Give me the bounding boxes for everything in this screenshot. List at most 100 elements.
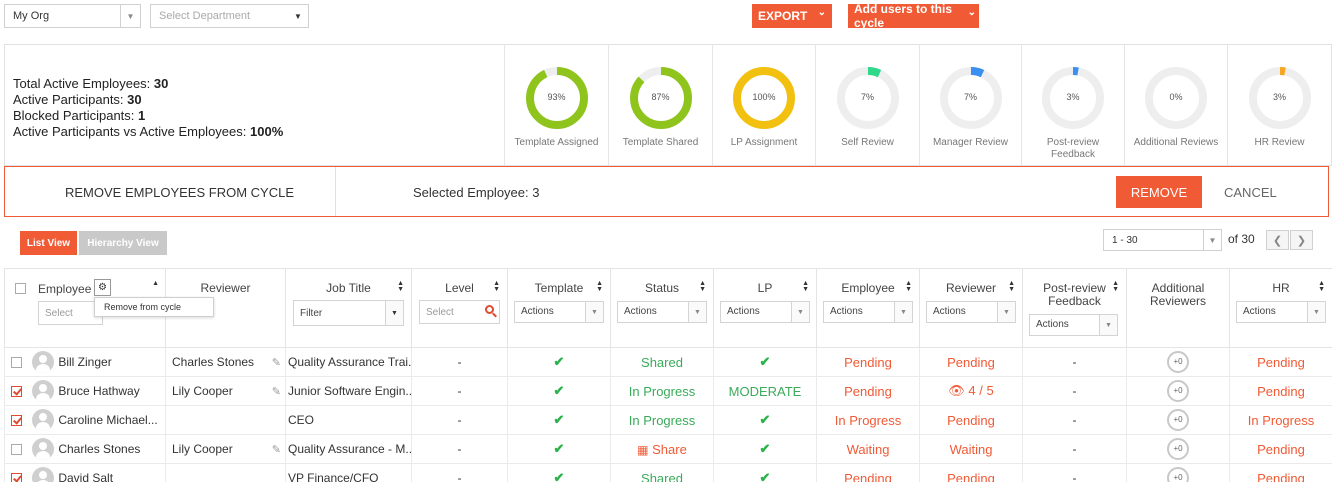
add-reviewer-button[interactable]: +0	[1167, 467, 1189, 482]
col-job-title: Job Title ▲ ▼ Filter ▼	[285, 268, 412, 348]
hr-review-value[interactable]: Pending	[1257, 471, 1305, 482]
gauge-6: 0% Additional Reviews	[1124, 45, 1227, 165]
table-row[interactable]: David Salt VP Finance/CFO - ✔ Shared ✔ Pending…	[4, 463, 1332, 482]
page-range-select[interactable]: 1 - 30 ▼	[1103, 229, 1222, 251]
status-actions-select[interactable]: Actions ▼	[617, 301, 707, 323]
gear-icon[interactable]: ⚙	[94, 279, 111, 296]
sort-icon[interactable]: ▲ ▼	[699, 280, 706, 293]
row-checkbox[interactable]	[11, 356, 22, 368]
reviewer-review-value[interactable]: Pending	[947, 413, 995, 428]
reviewer-review-value[interactable]: Pending	[947, 471, 995, 482]
reviewer-cell: Lily Cooper ✎	[165, 376, 286, 406]
table-row[interactable]: Caroline Michael... CEO - ✔ In Progress ✔ In P…	[4, 405, 1332, 435]
employee-name[interactable]: Bill Zinger	[58, 355, 111, 369]
row-checkbox[interactable]	[11, 443, 22, 455]
pencil-icon[interactable]: ✎	[272, 385, 281, 398]
status-value: In Progress	[628, 412, 696, 428]
export-button[interactable]: EXPORT ⌄	[752, 4, 832, 28]
employee-review-value[interactable]: Pending	[844, 384, 892, 399]
sort-icon[interactable]: ▲ ▼	[1008, 280, 1015, 293]
col-additional-reviewers: Additional Reviewers	[1126, 268, 1230, 348]
next-page-button[interactable]: ❯	[1290, 230, 1313, 250]
share-link[interactable]: ▦ Share	[637, 442, 687, 457]
cancel-button[interactable]: CANCEL	[1224, 185, 1277, 200]
add-reviewer-button[interactable]: +0	[1167, 409, 1189, 431]
lp-actions-select[interactable]: Actions ▼	[720, 301, 810, 323]
level-filter-input[interactable]: Select	[419, 300, 500, 324]
add-reviewer-button[interactable]: +0	[1167, 380, 1189, 402]
gauge-label: Self Review	[841, 137, 894, 148]
employee-review-value[interactable]: Pending	[844, 471, 892, 482]
hierarchy-view-button[interactable]: Hierarchy View	[79, 231, 167, 255]
col-status: Status ▲ ▼ Actions ▼	[610, 268, 714, 348]
add-users-button[interactable]: Add users to this cycle ⌄	[848, 2, 979, 30]
pencil-icon[interactable]: ✎	[272, 356, 281, 369]
sort-icon[interactable]: ▲ ▼	[596, 280, 603, 293]
reviewer-review-actions-select[interactable]: Actions ▼	[926, 301, 1016, 323]
additional-reviewers-cell: +0	[1126, 463, 1230, 482]
sort-icon[interactable]: ▲ ▼	[493, 280, 500, 293]
lp-cell: MODERATE	[713, 376, 817, 406]
employee-name[interactable]: Caroline Michael...	[58, 413, 157, 427]
employee-review-value[interactable]: In Progress	[835, 413, 901, 428]
gauge-percent: 87%	[651, 92, 670, 102]
job-title-cell: Junior Software Engin...	[285, 376, 412, 406]
job-title-filter-select[interactable]: Filter ▼	[293, 300, 404, 326]
employee-cell: Caroline Michael...	[4, 405, 166, 435]
hr-cell: In Progress	[1229, 405, 1332, 435]
employee-review-value[interactable]: Waiting	[847, 442, 890, 457]
employee-review-value[interactable]: Pending	[844, 355, 892, 370]
hr-review-value[interactable]: Pending	[1257, 384, 1305, 399]
reviewer-review-value[interactable]: Waiting	[950, 442, 993, 457]
hr-actions-select[interactable]: Actions ▼	[1236, 301, 1326, 323]
sort-icon[interactable]: ▲ ▼	[397, 280, 404, 293]
employee-name[interactable]: Charles Stones	[58, 442, 140, 456]
table-row[interactable]: Bill Zinger Charles Stones ✎ Quality Assura…	[4, 347, 1332, 377]
participants-table: Employee ⚙ ▲ Select Remove from cycle Re…	[4, 268, 1332, 482]
additional-reviewers-cell: +0	[1126, 347, 1230, 377]
template-actions-select[interactable]: Actions ▼	[514, 301, 604, 323]
department-select[interactable]: Select Department ▼	[150, 4, 309, 28]
remove-button[interactable]: REMOVE	[1116, 176, 1202, 208]
reviewer-cell	[165, 463, 286, 482]
chevron-down-icon: ▼	[688, 302, 706, 322]
sort-icon[interactable]: ▲	[152, 280, 159, 287]
gauge-label: Template Shared	[622, 137, 699, 148]
table-body: Bill Zinger Charles Stones ✎ Quality Assura…	[4, 347, 1332, 482]
post-review-actions-select[interactable]: Actions ▼	[1029, 314, 1118, 336]
sort-icon[interactable]: ▲ ▼	[905, 280, 912, 293]
sort-icon[interactable]: ▲ ▼	[1318, 280, 1325, 293]
row-checkbox[interactable]	[11, 385, 22, 397]
select-all-checkbox[interactable]	[15, 283, 26, 294]
job-title: Junior Software Engin...	[288, 384, 412, 398]
row-checkbox[interactable]	[11, 472, 22, 482]
gauge-percent: 0%	[1169, 92, 1183, 102]
check-icon: ✔	[759, 470, 771, 482]
table-row[interactable]: Charles Stones Lily Cooper ✎ Quality Assura…	[4, 434, 1332, 464]
add-reviewer-button[interactable]: +0	[1167, 438, 1189, 460]
employee-review-cell: Pending	[816, 463, 920, 482]
employee-name[interactable]: Bruce Hathway	[58, 384, 139, 398]
reviewer-name: Charles Stones	[172, 355, 255, 369]
pencil-icon[interactable]: ✎	[272, 443, 281, 456]
hr-review-value[interactable]: Pending	[1257, 442, 1305, 457]
eye-icon: 👁	[948, 383, 965, 398]
remove-bar-title: REMOVE EMPLOYEES FROM CYCLE	[65, 185, 294, 200]
sort-icon[interactable]: ▲ ▼	[1112, 280, 1119, 293]
hr-review-value[interactable]: Pending	[1257, 355, 1305, 370]
job-title-cell: CEO	[285, 405, 412, 435]
prev-page-button[interactable]: ❮	[1266, 230, 1289, 250]
job-title-cell: VP Finance/CFO	[285, 463, 412, 482]
employee-name[interactable]: David Salt	[58, 471, 113, 482]
org-select[interactable]: My Org ▼	[4, 4, 141, 28]
remove-from-cycle-tooltip[interactable]: Remove from cycle	[94, 297, 214, 317]
employee-review-actions-select[interactable]: Actions ▼	[823, 301, 913, 323]
table-row[interactable]: Bruce Hathway Lily Cooper ✎ Junior Software…	[4, 376, 1332, 406]
add-reviewer-button[interactable]: +0	[1167, 351, 1189, 373]
row-checkbox[interactable]	[11, 414, 22, 426]
hr-review-value[interactable]: In Progress	[1248, 413, 1314, 428]
list-view-button[interactable]: List View	[20, 231, 77, 255]
reviewer-review-value[interactable]: Pending	[947, 355, 995, 370]
sort-icon[interactable]: ▲ ▼	[802, 280, 809, 293]
reviewer-score[interactable]: 👁 4 / 5	[948, 383, 993, 398]
